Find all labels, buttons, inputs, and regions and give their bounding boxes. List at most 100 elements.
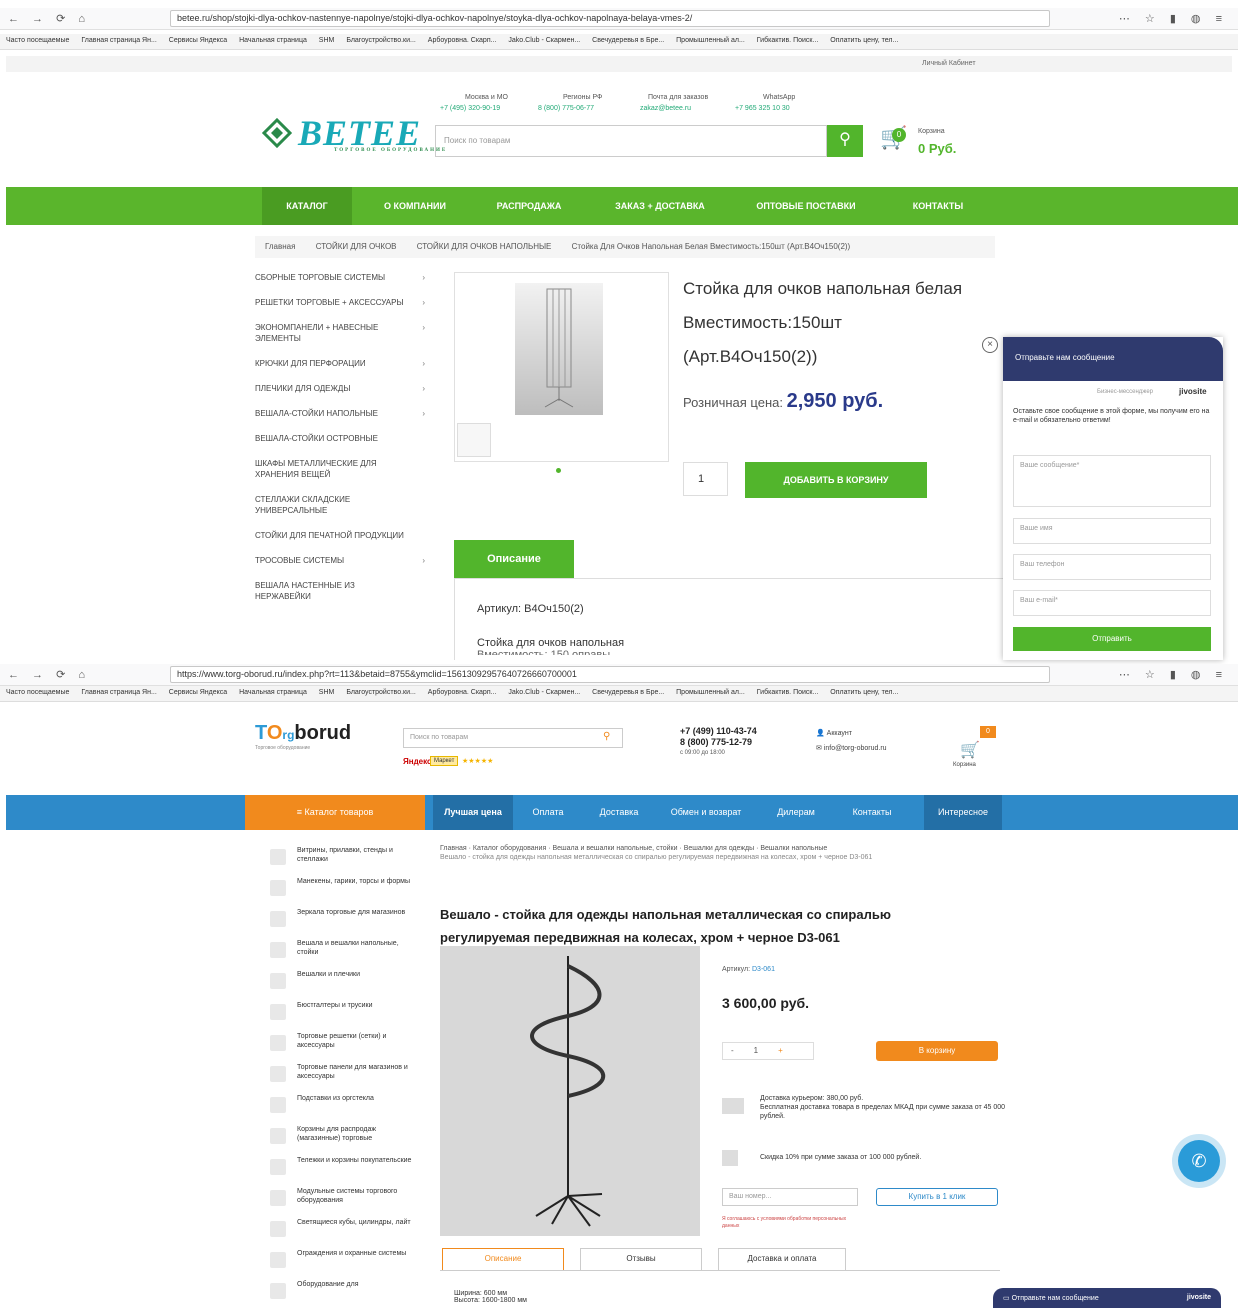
search-icon[interactable]: ⚲ [603,731,610,742]
nav-about[interactable]: О КОМПАНИИ [362,187,468,225]
bookmark[interactable]: Промышленный ал... [676,689,745,696]
sidebar-item[interactable]: ВЕШАЛА НАСТЕННЫЕ ИЗ НЕРЖАВЕЙКИ [255,580,425,602]
sidebar-item[interactable]: ВЕШАЛА-СТОЙКИ НАПОЛЬНЫЕ [255,408,425,419]
bookmark[interactable]: Часто посещаемые [6,689,69,696]
bookmark[interactable]: Свечудеревья в Бре... [592,689,664,696]
nav-returns[interactable]: Обмен и возврат [658,795,754,830]
add-to-cart-button-2[interactable]: В корзину [876,1041,998,1061]
thumbnail[interactable] [457,423,491,457]
sidebar-item[interactable]: Манекены, гарики, торсы и формы [270,877,420,908]
chat-email-input[interactable]: Ваш e-mail* [1013,590,1211,616]
address-bar[interactable]: https://www.torg-oborud.ru/index.php?rt=… [170,666,1050,683]
search-input[interactable]: Поиск по товарам [435,125,827,157]
qty-plus-button[interactable]: + [778,1046,803,1055]
quantity-input[interactable]: 1 [683,462,728,496]
sidebar-item[interactable]: Вешалки и плечики [270,970,420,1001]
bookmark[interactable]: Оплатить цену, тел... [830,37,898,44]
contact-value[interactable]: zakaz@betee.ru [640,103,708,114]
sidebar-item[interactable]: ПЛЕЧИКИ ДЛЯ ОДЕЖДЫ [255,383,425,394]
sidebar-item[interactable]: ШКАФЫ МЕТАЛЛИЧЕСКИЕ ДЛЯ ХРАНЕНИЯ ВЕЩЕЙ [255,458,425,480]
quantity-stepper[interactable]: -1+ [722,1042,814,1060]
bookmark[interactable]: Гибкактив. Поиск... [757,37,819,44]
chat-name-input[interactable]: Ваше имя [1013,518,1211,544]
bookmark[interactable]: Арбоуровна. Скарп... [428,37,497,44]
breadcrumb-item[interactable]: СТОЙКИ ДЛЯ ОЧКОВ [316,242,397,251]
sidebar-item[interactable]: Торговые решетки (сетки) и аксессуары [270,1032,420,1063]
sidebar-item[interactable]: ЭКОНОМПАНЕЛИ + НАВЕСНЫЕ ЭЛЕМЕНТЫ [255,322,425,344]
tab-delivery-payment[interactable]: Доставка и оплата [718,1248,846,1270]
sidebar-item[interactable]: СТЕЛЛАЖИ СКЛАДСКИЕ УНИВЕРСАЛЬНЫЕ [255,494,425,516]
nav-contacts[interactable]: КОНТАКТЫ [888,187,988,225]
tab-description-2[interactable]: Описание [442,1248,564,1270]
nav-catalog[interactable]: КАТАЛОГ [262,187,352,225]
close-icon[interactable]: × [982,337,998,353]
nav-interesting[interactable]: Интересное [924,795,1002,830]
sidebar-item[interactable]: РЕШЕТКИ ТОРГОВЫЕ + АКСЕССУАРЫ [255,297,425,308]
breadcrumb-item[interactable]: Вешала и вешалки напольные, стойки [552,845,677,852]
chat-send-button[interactable]: Отправить [1013,627,1211,651]
cart-total[interactable]: 0 Руб. [918,141,956,156]
chat-message-input[interactable]: Ваше сообщение* [1013,455,1211,507]
nav-sale[interactable]: РАСПРОДАЖА [476,187,582,225]
chat-header[interactable]: Отправьте нам сообщение [1003,337,1223,381]
sidebar-item[interactable]: Витрины, прилавки, стенды и стеллажи [270,846,420,877]
nav-wholesale[interactable]: ОПТОВЫЕ ПОСТАВКИ [738,187,874,225]
product-image-2[interactable] [440,946,700,1236]
buy-one-click-button[interactable]: Купить в 1 клик [876,1188,998,1206]
sidebar-item[interactable]: Торговые панели для магазинов и аксессуа… [270,1063,420,1094]
bookmark[interactable]: Сервисы Яндекса [169,689,227,696]
breadcrumb-item[interactable]: СТОЙКИ ДЛЯ ОЧКОВ НАПОЛЬНЫЕ [417,242,552,251]
sidebar-item[interactable]: Модульные системы торгового оборудования [270,1187,420,1218]
breadcrumb-item[interactable]: Вешалки напольные [760,845,827,852]
sidebar-item[interactable]: Подставки из оргстекла [270,1094,420,1125]
sidebar-item[interactable]: Вешала и вешалки напольные, стойки [270,939,420,970]
bookmark[interactable]: Оплатить цену, тел... [830,689,898,696]
sidebar-item[interactable]: Корзины для распродаж (магазинные) торго… [270,1125,420,1156]
bookmark[interactable]: Свечудеревья в Бре... [592,37,664,44]
cart-label[interactable]: Корзина [953,762,976,768]
bookmark[interactable]: SHM [319,37,335,44]
nav-buttons[interactable]: ← → ⟳ ⌂ [8,12,90,25]
sidebar-item[interactable]: СБОРНЫЕ ТОРГОВЫЕ СИСТЕМЫ [255,272,425,283]
sidebar-item[interactable]: Бюстгалтеры и трусики [270,1001,420,1032]
breadcrumb-item[interactable]: Главная [265,242,295,251]
sidebar-item[interactable]: Ограждения и охранные системы [270,1249,420,1280]
nav-dealers[interactable]: Дилерам [766,795,826,830]
phone-icon[interactable]: ✆ [1178,1140,1220,1182]
breadcrumb-item[interactable]: Вешалки для одежды [684,845,754,852]
sidebar-item[interactable]: Светящиеся кубы, цилиндры, лайт [270,1218,420,1249]
consent-checkbox[interactable]: Я соглашаюсь с условиями обработки персо… [722,1216,862,1230]
toolbar-icons[interactable]: ⋯ ☆ ▮ ◍ ≡ [1119,668,1228,681]
address-bar[interactable]: betee.ru/shop/stojki-dlya-ochkov-nastenn… [170,10,1050,27]
chat-phone-input[interactable]: Ваш телефон [1013,554,1211,580]
bookmark[interactable]: SHM [319,689,335,696]
phone-2[interactable]: 8 (800) 775-12-79 [680,737,757,748]
qty-minus-button[interactable]: - [731,1046,754,1055]
nav-buttons[interactable]: ← → ⟳ ⌂ [8,668,90,681]
market-badge[interactable]: Маркет [430,756,459,766]
site-logo[interactable]: BETEE ТОРГОВОЕ ОБОРУДОВАНИЕ [298,112,447,153]
breadcrumb-item[interactable]: Главная [440,845,467,852]
account-link[interactable]: 👤 Аккаунт [816,729,852,737]
bookmark[interactable]: Главная страница Ян... [81,37,156,44]
sidebar-item[interactable]: ТРОСОВЫЕ СИСТЕМЫ [255,555,425,566]
personal-cabinet-link[interactable]: Личный Кабинет [922,60,976,67]
email-link[interactable]: ✉ info@torg-oborud.ru [816,744,887,752]
phone-1[interactable]: +7 (499) 110-43-74 [680,726,757,737]
sidebar-item[interactable]: Тележки и корзины покупательские [270,1156,420,1187]
nav-best-price[interactable]: Лучшая цена [433,795,513,830]
bookmark[interactable]: Главная страница Ян... [81,689,156,696]
nav-contacts[interactable]: Контакты [836,795,908,830]
bookmark[interactable]: Промышленный ал... [676,37,745,44]
contact-value[interactable]: +7 (495) 320-90-19 [440,103,508,114]
chat-bar[interactable]: ▭ Отправьте нам сообщение jivosite [993,1288,1221,1308]
bookmark[interactable]: Начальная страница [239,689,307,696]
nav-delivery[interactable]: Доставка [584,795,654,830]
toolbar-icons[interactable]: ⋯ ☆ ▮ ◍ ≡ [1119,12,1228,25]
product-image[interactable] [515,283,603,415]
bookmark[interactable]: Начальная страница [239,37,307,44]
bookmark[interactable]: Гибкактив. Поиск... [757,689,819,696]
search-input-2[interactable]: Поиск по товарам [403,728,623,748]
bookmark[interactable]: Сервисы Яндекса [169,37,227,44]
sidebar-item[interactable]: Оборудование для [270,1280,420,1311]
